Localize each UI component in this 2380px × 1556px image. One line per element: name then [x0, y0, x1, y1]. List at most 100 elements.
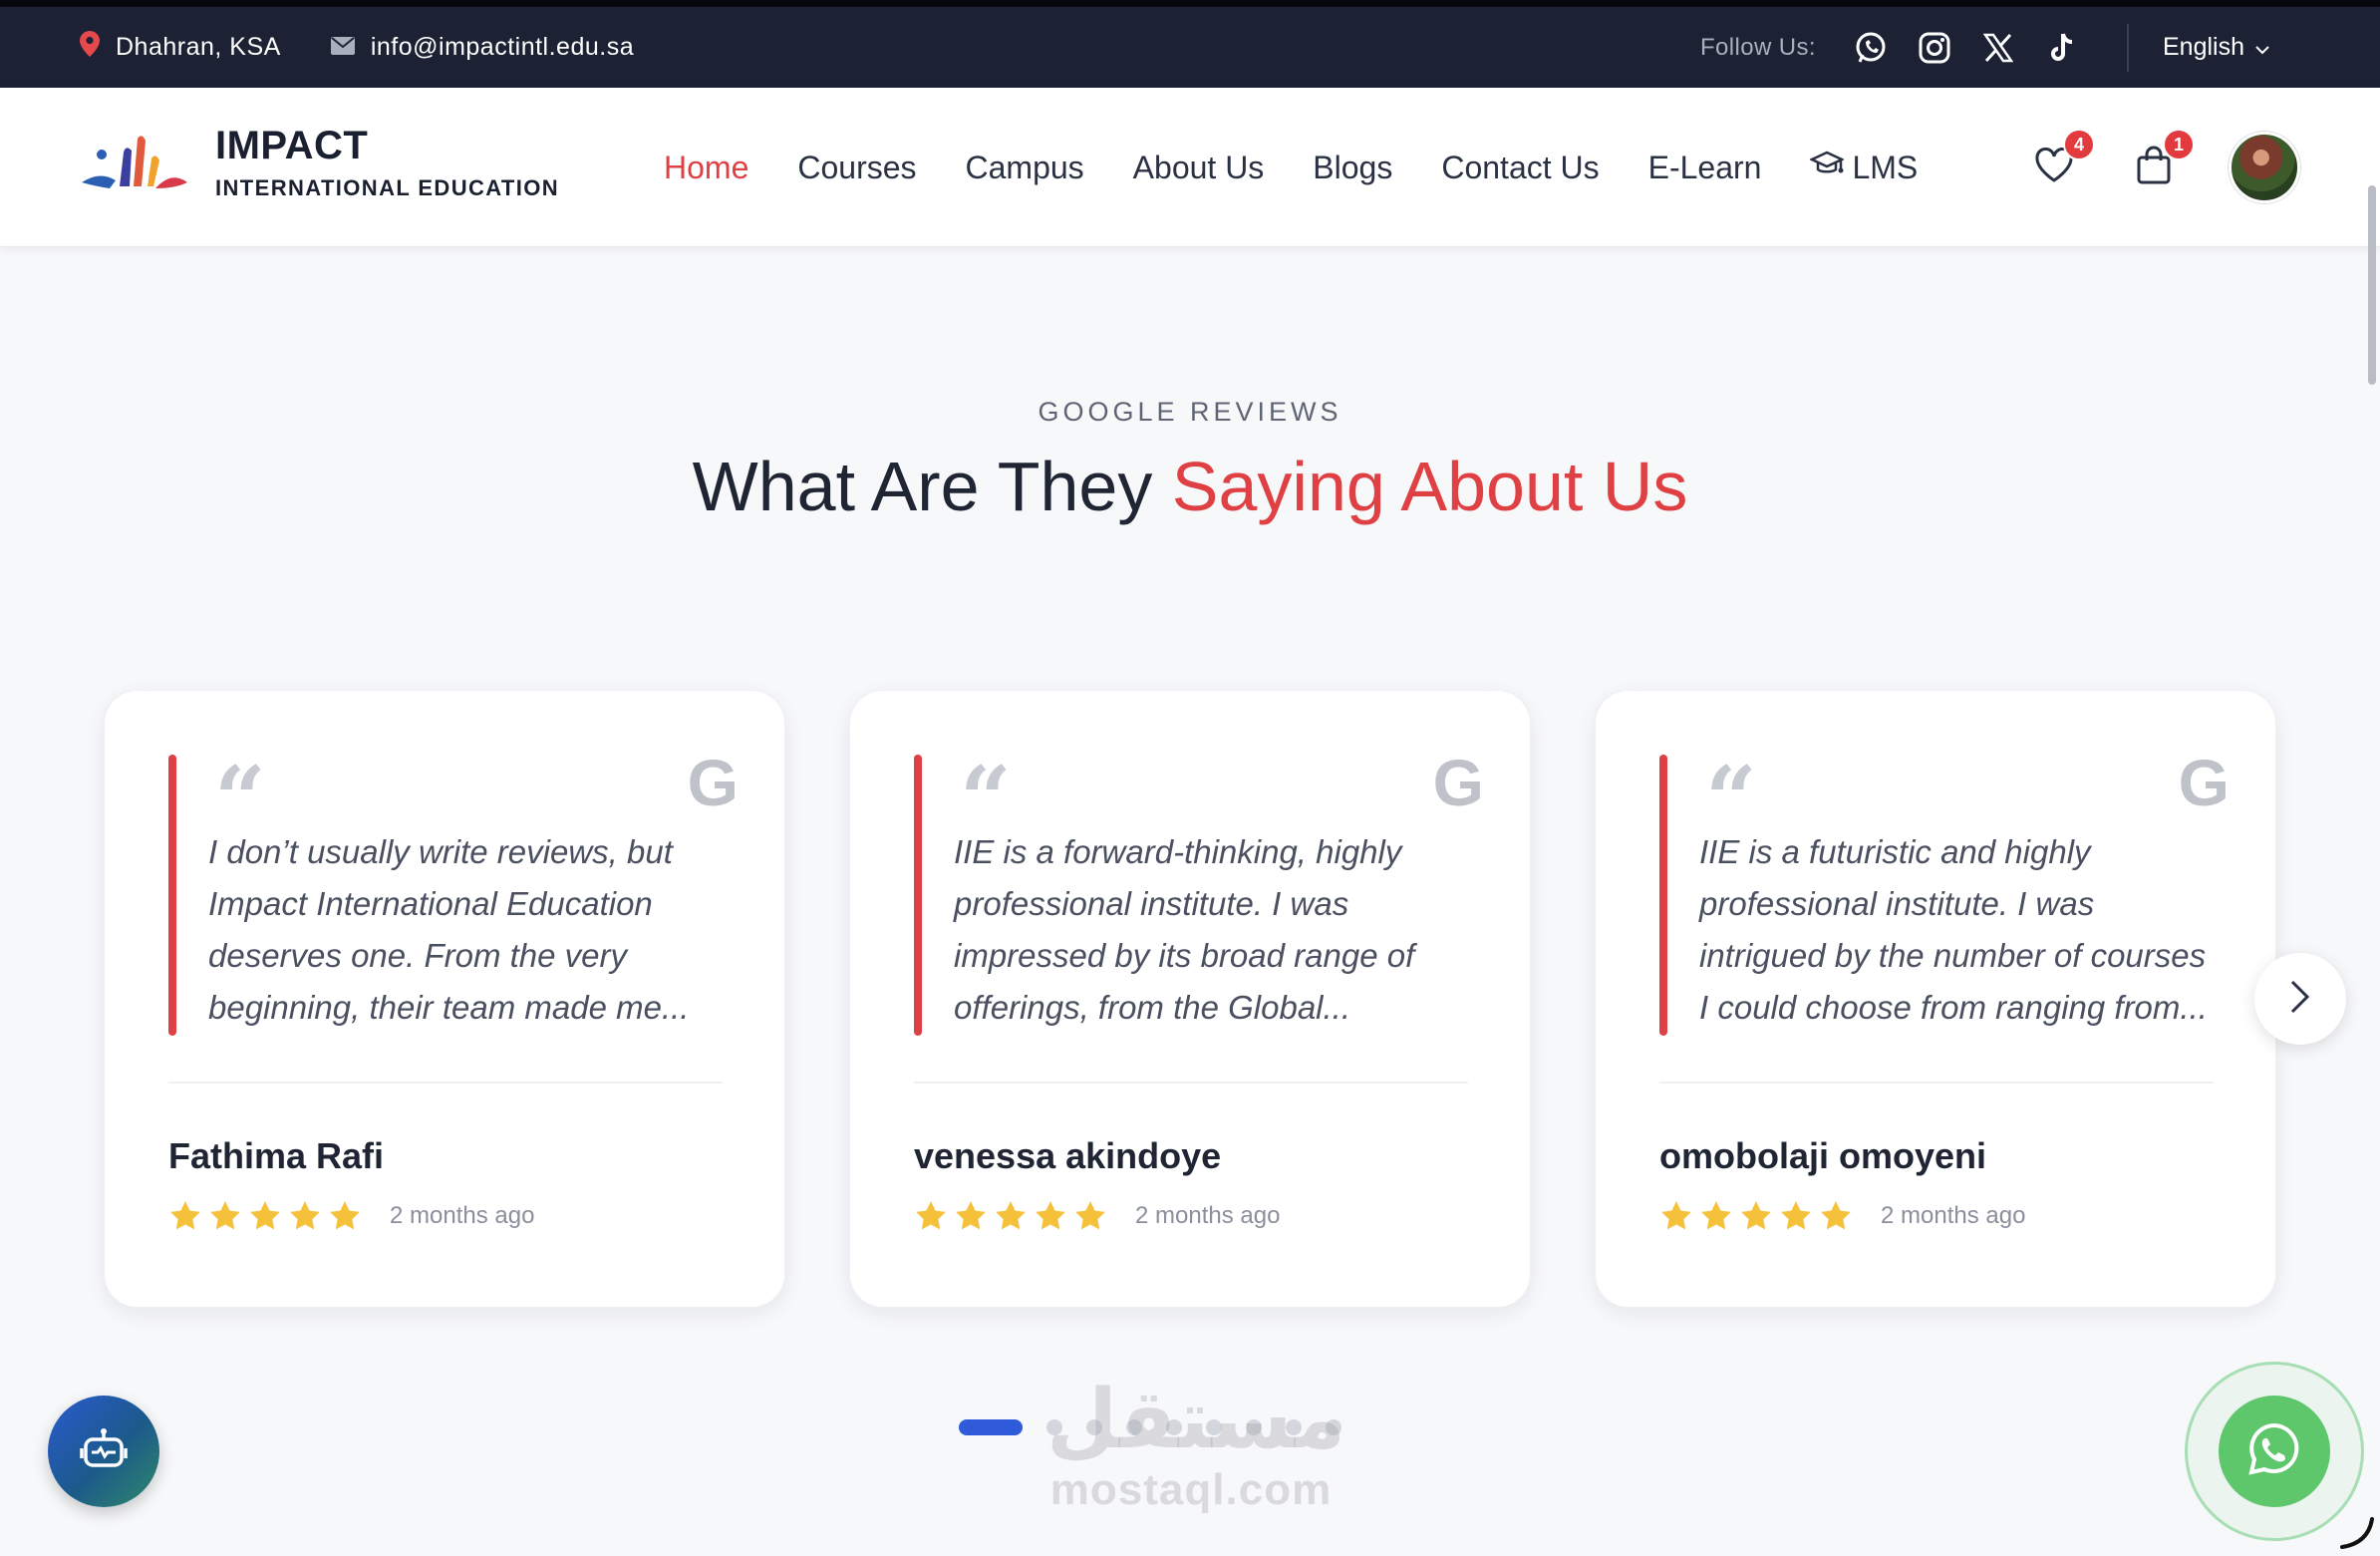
card-accent-bar	[914, 755, 922, 1036]
nav-about-us[interactable]: About Us	[1133, 150, 1265, 186]
robot-icon	[79, 1424, 129, 1479]
review-text: IIE is a futuristic and highly professio…	[1699, 833, 2208, 1026]
site-logo[interactable]: IMPACT INTERNATIONAL EDUCATION	[80, 124, 559, 201]
whatsapp-icon[interactable]	[1854, 31, 1888, 65]
x-twitter-icon[interactable]	[1981, 31, 2015, 65]
pagination-dot[interactable]	[1046, 1419, 1062, 1435]
carousel-next-button[interactable]	[2254, 953, 2346, 1045]
graduation-cap-icon	[1809, 150, 1846, 186]
nav-home[interactable]: Home	[664, 150, 748, 186]
location-text: Dhahran, KSA	[116, 33, 281, 61]
review-text: I don’t usually write reviews, but Impac…	[208, 833, 690, 1026]
star-icon	[330, 1201, 360, 1230]
section-title: What Are They Saying About Us	[0, 447, 2380, 526]
top-bar: Dhahran, KSA info@impactintl.edu.sa Foll…	[0, 0, 2380, 88]
reviewer-name: venessa akindoye	[914, 1135, 1222, 1176]
nav-lms[interactable]: LMS	[1809, 149, 1919, 186]
card-divider	[168, 1082, 723, 1084]
main-nav: Home Courses Campus About Us Blogs Conta…	[664, 88, 1918, 247]
section-title-main: What Are They	[692, 448, 1153, 525]
google-icon: G	[2178, 746, 2230, 819]
page-scrollbar[interactable]	[2368, 185, 2376, 385]
whatsapp-icon	[2244, 1419, 2304, 1484]
review-rating: 2 months ago	[1659, 1199, 2025, 1233]
language-selector[interactable]: English	[2163, 33, 2270, 62]
chevron-right-icon	[2289, 979, 2311, 1020]
pagination-dot[interactable]	[1086, 1419, 1102, 1435]
envelope-icon	[330, 33, 355, 62]
review-rating: 2 months ago	[914, 1199, 1280, 1233]
google-icon: G	[687, 746, 739, 819]
watermark-latin: mostaql.com	[1049, 1465, 1333, 1514]
nav-campus[interactable]: Campus	[966, 150, 1084, 186]
pagination-dot[interactable]	[1166, 1419, 1182, 1435]
review-time: 2 months ago	[1881, 1202, 2026, 1229]
reviewer-name: Fathima Rafi	[168, 1135, 385, 1176]
section-title-accent: Saying About Us	[1171, 448, 1688, 525]
review-card: “ G I don’t usually write reviews, but I…	[104, 690, 785, 1308]
email-link[interactable]: info@impactintl.edu.sa	[371, 33, 634, 62]
user-avatar[interactable]	[2229, 132, 2300, 203]
chatbot-button[interactable]	[48, 1396, 159, 1507]
star-icon	[210, 1201, 240, 1230]
pagination-dot[interactable]	[1246, 1419, 1262, 1435]
nav-blogs[interactable]: Blogs	[1313, 150, 1392, 186]
contact-info: Dhahran, KSA info@impactintl.edu.sa	[80, 7, 634, 88]
star-icon	[956, 1201, 986, 1230]
star-icon	[1741, 1201, 1771, 1230]
nav-e-learn[interactable]: E-Learn	[1648, 150, 1762, 186]
section-eyebrow: GOOGLE REVIEWS	[1038, 397, 1342, 427]
card-accent-bar	[1659, 755, 1667, 1036]
instagram-icon[interactable]	[1918, 31, 1951, 65]
star-icon	[250, 1201, 280, 1230]
card-divider	[914, 1082, 1468, 1084]
main-header: IMPACT INTERNATIONAL EDUCATION Home Cour…	[0, 88, 2380, 247]
card-divider	[1659, 1082, 2214, 1084]
google-icon: G	[1432, 746, 1484, 819]
star-rating	[168, 1199, 368, 1233]
nav-lms-label: LMS	[1852, 149, 1919, 185]
star-rating	[914, 1199, 1113, 1233]
pagination-dot-active[interactable]	[959, 1419, 1023, 1435]
star-icon	[1701, 1201, 1731, 1230]
star-icon	[1075, 1201, 1105, 1230]
follow-label: Follow Us:	[1699, 33, 1816, 61]
pagination-dot[interactable]	[1126, 1419, 1142, 1435]
reviewer-name: omobolaji omoyeni	[1659, 1135, 1987, 1176]
star-icon	[996, 1201, 1026, 1230]
nav-contact-us[interactable]: Contact Us	[1441, 150, 1599, 186]
star-icon	[1661, 1201, 1691, 1230]
star-icon	[1036, 1201, 1065, 1230]
star-icon	[916, 1201, 946, 1230]
review-time: 2 months ago	[390, 1202, 535, 1229]
star-icon	[290, 1201, 320, 1230]
tiktok-icon[interactable]	[2045, 31, 2079, 65]
pagination-dot[interactable]	[1206, 1419, 1222, 1435]
nav-courses[interactable]: Courses	[797, 150, 916, 186]
star-icon	[1781, 1201, 1811, 1230]
review-card: “ G IIE is a forward-thinking, highly pr…	[849, 690, 1531, 1308]
pagination-dot[interactable]	[1286, 1419, 1302, 1435]
whatsapp-float-button[interactable]	[2219, 1396, 2330, 1507]
topbar-divider	[2127, 23, 2129, 72]
star-rating	[1659, 1199, 1859, 1233]
cart-button[interactable]: 1	[2129, 129, 2195, 192]
review-text: IIE is a forward-thinking, highly profes…	[954, 833, 1415, 1026]
email-info[interactable]: info@impactintl.edu.sa	[330, 33, 634, 62]
chevron-down-icon	[2254, 33, 2270, 62]
logo-subtitle: INTERNATIONAL EDUCATION	[215, 175, 560, 200]
topbar-right: Follow Us: English	[1700, 7, 2270, 88]
pagination-dot[interactable]	[1326, 1419, 1341, 1435]
star-icon	[1821, 1201, 1851, 1230]
map-pin-icon	[80, 31, 100, 64]
location-info: Dhahran, KSA	[80, 31, 281, 64]
card-accent-bar	[168, 755, 176, 1036]
header-actions: 4 1	[2029, 88, 2300, 247]
review-card: “ G IIE is a futuristic and highly profe…	[1595, 690, 2276, 1308]
star-icon	[170, 1201, 200, 1230]
wishlist-count-badge: 4	[2063, 129, 2095, 160]
cart-count-badge: 1	[2163, 129, 2195, 160]
language-label: English	[2163, 33, 2244, 61]
carousel-pagination	[959, 1419, 1341, 1435]
wishlist-button[interactable]: 4	[2029, 129, 2095, 192]
